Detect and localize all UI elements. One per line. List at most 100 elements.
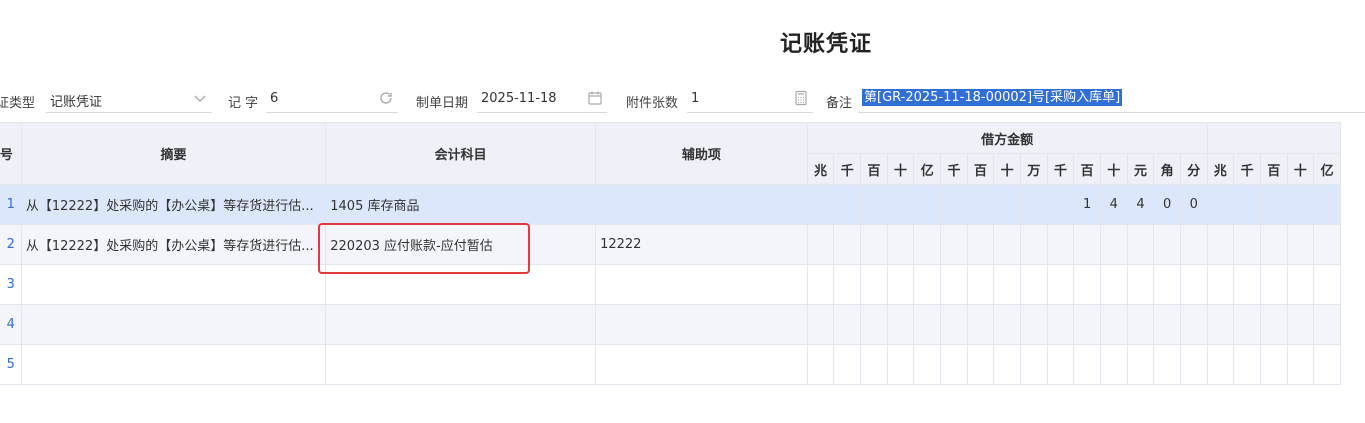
- voucher-type-select[interactable]: 记账凭证: [46, 88, 212, 113]
- debit-digit-cell[interactable]: 0: [1153, 184, 1181, 225]
- debit-digit-cell[interactable]: [1126, 344, 1155, 385]
- debit-digit-cell[interactable]: [993, 304, 1022, 345]
- debit-digit-cell[interactable]: [1046, 224, 1075, 265]
- debit-digit-cell[interactable]: [1179, 224, 1208, 265]
- table-row[interactable]: 1 从【12222】处采购的【办公桌】等存货进行估... 1405 库存商品 1 4 4 0…: [0, 184, 1341, 225]
- debit-digit-cell[interactable]: [1073, 304, 1101, 345]
- credit-digit-cell[interactable]: [1259, 184, 1288, 225]
- account-cell[interactable]: [325, 344, 597, 385]
- credit-digit-cell[interactable]: [1206, 184, 1235, 225]
- credit-digit-cell[interactable]: [1259, 264, 1288, 305]
- debit-digit-cell[interactable]: [1099, 304, 1128, 345]
- summary-cell[interactable]: 从【12222】处采购的【办公桌】等存货进行估...: [20, 224, 327, 265]
- debit-digit-cell[interactable]: [860, 264, 888, 305]
- debit-digit-cell[interactable]: 4: [1099, 184, 1128, 225]
- debit-digit-cell[interactable]: [940, 344, 968, 385]
- calendar-icon[interactable]: [587, 90, 603, 106]
- credit-digit-cell[interactable]: [1233, 224, 1261, 265]
- debit-digit-cell[interactable]: [1126, 304, 1155, 345]
- debit-digit-cell[interactable]: [1046, 344, 1075, 385]
- debit-digit-cell[interactable]: [806, 224, 835, 265]
- debit-digit-cell[interactable]: [966, 304, 995, 345]
- account-cell[interactable]: [325, 304, 597, 345]
- credit-digit-cell[interactable]: [1313, 184, 1341, 225]
- table-row[interactable]: 4: [0, 304, 1341, 345]
- debit-digit-cell[interactable]: [860, 224, 888, 265]
- aux-cell[interactable]: [595, 344, 808, 385]
- debit-digit-cell[interactable]: [886, 184, 915, 225]
- credit-digit-cell[interactable]: [1259, 344, 1288, 385]
- account-cell[interactable]: 1405 库存商品: [325, 184, 597, 225]
- debit-digit-cell[interactable]: [1073, 224, 1101, 265]
- debit-digit-cell[interactable]: [913, 344, 942, 385]
- debit-digit-cell[interactable]: 0: [1179, 184, 1208, 225]
- credit-digit-cell[interactable]: [1259, 304, 1288, 345]
- debit-digit-cell[interactable]: [913, 264, 942, 305]
- debit-digit-cell[interactable]: [966, 264, 995, 305]
- summary-cell[interactable]: [20, 304, 327, 345]
- debit-digit-cell[interactable]: [1099, 344, 1128, 385]
- debit-digit-cell[interactable]: [1046, 264, 1075, 305]
- debit-digit-cell[interactable]: [1046, 184, 1075, 225]
- debit-digit-cell[interactable]: [1073, 264, 1101, 305]
- credit-digit-cell[interactable]: [1206, 344, 1235, 385]
- credit-digit-cell[interactable]: [1313, 344, 1341, 385]
- debit-digit-cell[interactable]: [1126, 264, 1155, 305]
- voucher-date-field[interactable]: 2025-11-18: [477, 88, 607, 113]
- debit-digit-cell[interactable]: [1179, 304, 1208, 345]
- debit-digit-cell[interactable]: [966, 224, 995, 265]
- debit-digit-cell[interactable]: [1020, 344, 1048, 385]
- debit-digit-cell[interactable]: [940, 304, 968, 345]
- credit-digit-cell[interactable]: [1233, 184, 1261, 225]
- debit-digit-cell[interactable]: [860, 344, 888, 385]
- debit-digit-cell[interactable]: [1179, 344, 1208, 385]
- credit-digit-cell[interactable]: [1286, 184, 1315, 225]
- credit-digit-cell[interactable]: [1286, 344, 1315, 385]
- debit-digit-cell[interactable]: [913, 304, 942, 345]
- voucher-word-field[interactable]: 6: [266, 88, 398, 113]
- debit-digit-cell[interactable]: [1099, 224, 1128, 265]
- debit-digit-cell[interactable]: [1020, 184, 1048, 225]
- refresh-icon[interactable]: [378, 90, 394, 106]
- aux-cell[interactable]: [595, 264, 808, 305]
- debit-digit-cell[interactable]: [806, 344, 835, 385]
- debit-digit-cell[interactable]: [966, 184, 995, 225]
- debit-digit-cell[interactable]: [833, 224, 862, 265]
- debit-digit-cell[interactable]: [1153, 304, 1181, 345]
- debit-digit-cell[interactable]: [1020, 304, 1048, 345]
- debit-digit-cell[interactable]: [860, 184, 888, 225]
- account-cell[interactable]: [325, 264, 597, 305]
- debit-digit-cell[interactable]: [806, 264, 835, 305]
- debit-digit-cell[interactable]: [1153, 344, 1181, 385]
- debit-digit-cell[interactable]: [833, 304, 862, 345]
- credit-digit-cell[interactable]: [1206, 224, 1235, 265]
- credit-digit-cell[interactable]: [1313, 224, 1341, 265]
- debit-digit-cell[interactable]: [886, 224, 915, 265]
- account-cell[interactable]: 220203 应付账款-应付暂估: [325, 224, 597, 265]
- table-row[interactable]: 3: [0, 264, 1341, 305]
- attachment-count-field[interactable]: 1: [687, 88, 813, 113]
- debit-digit-cell[interactable]: [1020, 224, 1048, 265]
- debit-digit-cell[interactable]: [833, 184, 862, 225]
- debit-digit-cell[interactable]: [966, 344, 995, 385]
- debit-digit-cell[interactable]: [940, 264, 968, 305]
- remark-field[interactable]: 第[GR-2025-11-18-00002]号[采购入库单]: [858, 88, 1365, 113]
- credit-digit-cell[interactable]: [1259, 224, 1288, 265]
- debit-digit-cell[interactable]: [833, 344, 862, 385]
- debit-digit-cell[interactable]: [993, 224, 1022, 265]
- debit-digit-cell[interactable]: [1073, 344, 1101, 385]
- debit-digit-cell[interactable]: [1153, 224, 1181, 265]
- debit-digit-cell[interactable]: [886, 304, 915, 345]
- table-row[interactable]: 5: [0, 344, 1341, 385]
- debit-digit-cell[interactable]: [886, 264, 915, 305]
- debit-digit-cell[interactable]: [940, 184, 968, 225]
- credit-digit-cell[interactable]: [1313, 304, 1341, 345]
- debit-digit-cell[interactable]: [860, 304, 888, 345]
- debit-digit-cell[interactable]: [993, 264, 1022, 305]
- debit-digit-cell[interactable]: [1179, 264, 1208, 305]
- credit-digit-cell[interactable]: [1286, 224, 1315, 265]
- debit-digit-cell[interactable]: [806, 304, 835, 345]
- credit-digit-cell[interactable]: [1206, 304, 1235, 345]
- table-row[interactable]: 2 从【12222】处采购的【办公桌】等存货进行估... 220203 应付账款-应…: [0, 224, 1341, 265]
- debit-digit-cell[interactable]: [993, 344, 1022, 385]
